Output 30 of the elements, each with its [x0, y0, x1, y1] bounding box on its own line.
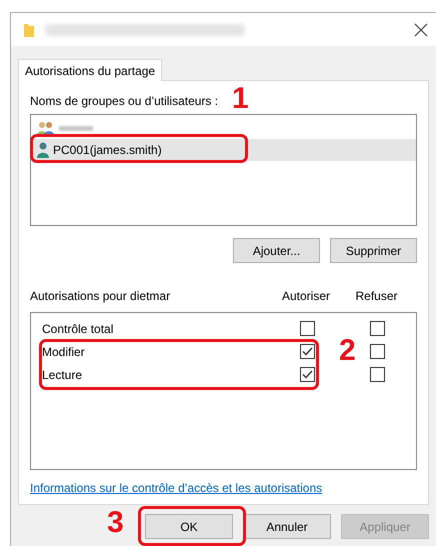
step-number: 3	[107, 508, 124, 538]
folder-icon	[23, 22, 35, 38]
checkbox[interactable]	[370, 321, 385, 336]
permissions-label: Autorisations pour dietmar	[30, 288, 172, 305]
column-header: Refuser	[354, 288, 399, 305]
column-header: Autoriser	[280, 288, 332, 305]
user-row[interactable]: PC001(james.smith)	[31, 139, 416, 161]
redacted-name	[59, 126, 93, 130]
checkbox[interactable]	[370, 367, 385, 382]
help-link[interactable]: Informations sur le contrôle d’accès et les autorisations	[30, 479, 322, 497]
checkbox[interactable]	[300, 321, 314, 336]
tab[interactable]: Autorisations du partage	[18, 59, 162, 81]
user-icon	[37, 142, 49, 158]
user-button[interactable]: Ajouter...	[233, 238, 320, 263]
user-name: PC001(james.smith)	[53, 142, 162, 159]
step-number: 1	[232, 84, 249, 114]
permission-name: Modifier	[41, 344, 86, 360]
dialog-button[interactable]: OK	[145, 514, 233, 539]
close-icon[interactable]	[414, 22, 428, 36]
users-label: Noms de groupes ou d’utilisateurs :	[30, 93, 218, 110]
permission-name: Lecture	[41, 366, 84, 384]
checkbox[interactable]	[300, 367, 314, 382]
user-button[interactable]: Supprimer	[330, 238, 417, 263]
permission-name: Contrôle total	[41, 320, 114, 338]
step-number: 2	[339, 336, 356, 366]
group-icon	[37, 121, 55, 135]
checkbox[interactable]	[370, 344, 385, 359]
users-list[interactable]: PC001(james.smith)	[30, 114, 417, 226]
checkbox[interactable]	[300, 344, 314, 359]
dialog-button[interactable]: Annuler	[243, 514, 331, 539]
